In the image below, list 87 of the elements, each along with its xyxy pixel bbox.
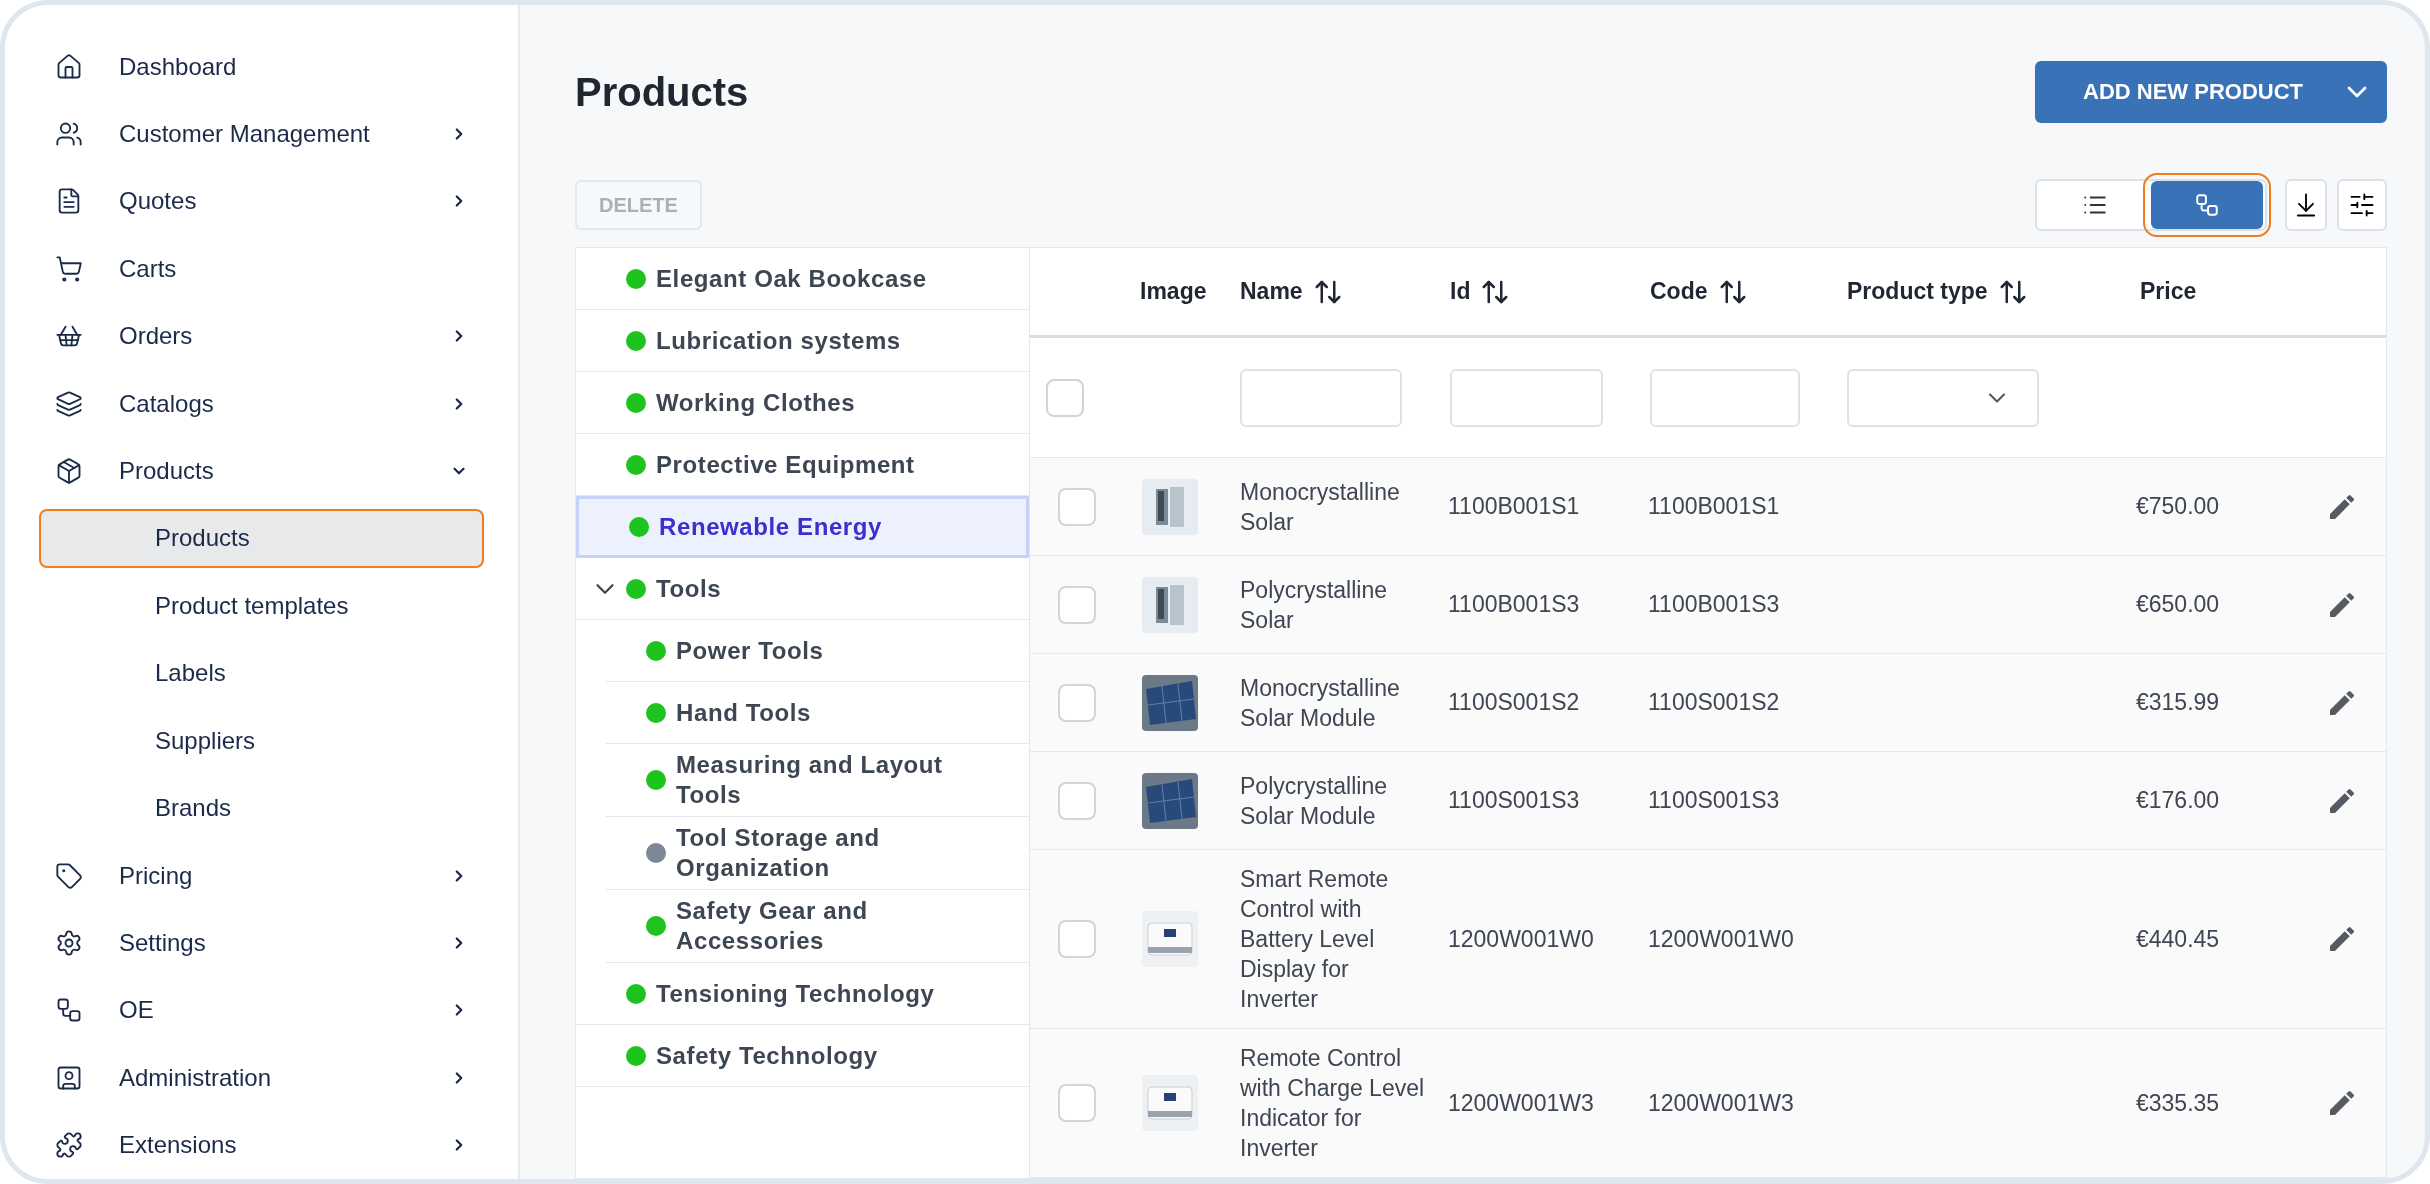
- tree-item[interactable]: Tensioning Technology: [576, 963, 1029, 1025]
- table-cell: 1100B001S3: [1648, 591, 1780, 618]
- table-cell: €650.00: [2136, 591, 2220, 618]
- tree-item[interactable]: Elegant Oak Bookcase: [576, 248, 1029, 310]
- sidebar-item[interactable]: Pricing: [37, 842, 486, 910]
- add-product-button[interactable]: ADD NEW PRODUCT: [2035, 60, 2387, 123]
- table-cell: 1100B001S3: [1448, 591, 1580, 618]
- box-icon: [55, 456, 83, 485]
- tree-item[interactable]: Safety Gear and Accessories: [606, 890, 1029, 963]
- device-photo: [1142, 1075, 1198, 1131]
- tree-item[interactable]: Hand Tools: [606, 682, 1029, 744]
- sidebar-item[interactable]: Quotes: [37, 167, 486, 236]
- checkbox[interactable]: [1058, 585, 1096, 624]
- settings-sliders-button[interactable]: [2337, 179, 2387, 232]
- column-header[interactable]: Product type: [1847, 274, 1988, 309]
- table-cell-text: Remote Control with Charge Level Indicator for Inverter: [1240, 1044, 1426, 1163]
- table-cell: 1200W001W0: [1648, 925, 1794, 952]
- tree-icon: [2194, 192, 2220, 219]
- solar-panel-photo: [1142, 674, 1198, 731]
- filter-field[interactable]: [1240, 368, 1402, 427]
- sidebar-item[interactable]: Dashboard: [37, 33, 486, 101]
- column-header: Price: [2140, 277, 2197, 307]
- tree-item[interactable]: Tool Storage and Organization: [606, 817, 1029, 890]
- cart-icon: [55, 254, 83, 283]
- table-cell: €335.35: [2136, 1089, 2220, 1116]
- sidebar-subitem[interactable]: Product templates: [39, 576, 484, 636]
- table-cell: 1100B001S1: [1648, 493, 1780, 520]
- sidebar-item[interactable]: OE: [37, 976, 486, 1045]
- tree-item[interactable]: Measuring and Layout Tools: [606, 744, 1029, 817]
- sidebar-subitem[interactable]: Brands: [39, 778, 484, 839]
- table-cell: €176.00: [2136, 787, 2220, 814]
- table-cell: 1100S001S3: [1448, 787, 1580, 814]
- sidebar-subitem[interactable]: Products: [39, 508, 484, 569]
- sidebar-item[interactable]: Settings: [37, 909, 486, 977]
- column-header: Image: [1140, 277, 1207, 307]
- checkbox[interactable]: [1058, 487, 1096, 526]
- table-cell: 1200W001W3: [1448, 1089, 1594, 1116]
- cabinet-photo: [1142, 576, 1198, 633]
- sidebar-item[interactable]: Catalogs: [37, 369, 486, 438]
- table-cell-text: Smart Remote Control with Battery Level Display for Inverter: [1240, 865, 1390, 1014]
- column-header[interactable]: Code: [1650, 274, 1708, 309]
- table-cell-text: Monocrystalline Solar Module: [1240, 673, 1401, 733]
- table-cell-text: Polycrystalline Solar Module: [1240, 771, 1388, 831]
- sidebar-item[interactable]: Carts: [37, 235, 486, 303]
- table-cell: 1100B001S1: [1448, 493, 1580, 520]
- checkbox[interactable]: [1046, 378, 1084, 417]
- tag-icon: [55, 861, 83, 890]
- table-cell: 1100S001S2: [1648, 689, 1780, 716]
- sidebar-item[interactable]: Administration: [37, 1044, 486, 1112]
- stack-icon: [55, 389, 83, 418]
- table-cell: 1200W001W0: [1448, 925, 1594, 952]
- table-cell: 1100S001S2: [1448, 689, 1580, 716]
- table-cell-text: Polycrystalline Solar: [1240, 575, 1388, 635]
- tree-item[interactable]: Working Clothes: [576, 372, 1029, 434]
- tree-item[interactable]: Safety Technology: [576, 1025, 1029, 1087]
- column-header[interactable]: Id: [1450, 274, 1471, 309]
- sidebar-item[interactable]: Orders: [37, 302, 486, 370]
- puzzle-icon: [55, 1131, 83, 1160]
- tree-item[interactable]: Tools: [576, 558, 1029, 620]
- sidebar-item[interactable]: Extensions: [37, 1111, 486, 1179]
- checkbox[interactable]: [1058, 781, 1096, 820]
- filter-field[interactable]: [1650, 368, 1801, 427]
- checkbox[interactable]: [1058, 1084, 1096, 1122]
- table-cell: 1200W001W3: [1648, 1089, 1794, 1116]
- tree-item[interactable]: Lubrication systems: [576, 310, 1029, 372]
- device-photo: [1142, 911, 1198, 967]
- sidebar-item[interactable]: Products: [37, 437, 486, 505]
- column-header[interactable]: Name: [1240, 274, 1303, 309]
- checkbox[interactable]: [1058, 920, 1096, 958]
- checkbox[interactable]: [1058, 683, 1096, 722]
- table-cell: €750.00: [2136, 493, 2220, 520]
- filter-field[interactable]: [1450, 368, 1603, 427]
- table-cell: €315.99: [2136, 689, 2220, 716]
- settings-icon: [55, 929, 83, 958]
- page-title: Products: [575, 68, 749, 116]
- tree-item[interactable]: Power Tools: [606, 620, 1029, 682]
- home-icon: [55, 52, 83, 81]
- sidebar-subitem[interactable]: Suppliers: [39, 711, 484, 771]
- tree-item[interactable]: Renewable Energy: [576, 496, 1029, 558]
- table-cell: €440.45: [2136, 925, 2220, 952]
- sidebar-subitem[interactable]: Labels: [39, 643, 484, 704]
- table-cell-text: Monocrystalline Solar: [1240, 477, 1401, 537]
- table-cell: 1100S001S3: [1648, 787, 1780, 814]
- sidebar-item[interactable]: Customer Management: [37, 100, 486, 168]
- solar-panel-photo: [1142, 772, 1198, 829]
- download-button[interactable]: [2285, 179, 2327, 232]
- cabinet-photo: [1142, 478, 1198, 535]
